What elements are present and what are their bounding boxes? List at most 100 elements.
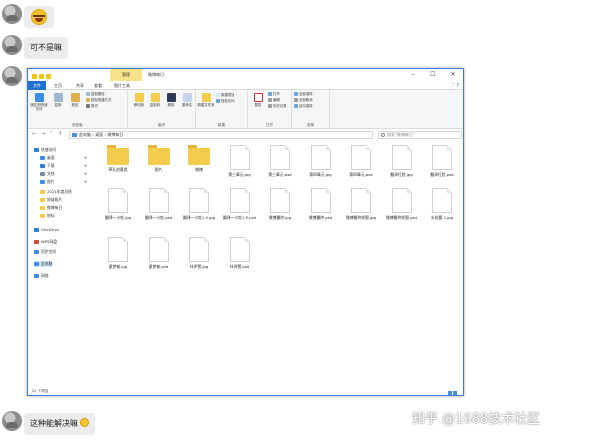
- manage-context-tab[interactable]: 管理: [110, 69, 142, 81]
- smile-emoji-icon: [80, 418, 89, 427]
- sidebar-item[interactable]: 桌面 ✱: [40, 155, 87, 161]
- network-icon: [34, 274, 39, 278]
- folder-icon: [188, 145, 210, 165]
- pin-quick-access-button[interactable]: 固定到快速访问: [30, 93, 48, 111]
- tab-view[interactable]: 查看: [90, 81, 106, 90]
- breadcrumb-computer[interactable]: 此电脑: [79, 132, 91, 137]
- file-item[interactable]: 第三章元.jpg: [220, 145, 260, 177]
- sidebar-item-label: 同步空间: [41, 249, 57, 254]
- file-item[interactable]: 半份题-1.jpg: [422, 188, 462, 220]
- invert-selection-button[interactable]: 反向选择: [294, 104, 313, 109]
- quick-access-toolbar[interactable]: [32, 72, 64, 79]
- folder-icon: [40, 190, 45, 194]
- easy-access-button[interactable]: 轻松访问: [216, 99, 235, 104]
- sidebar-item[interactable]: 快速访问: [34, 147, 56, 153]
- sidebar-item[interactable]: 文档 ✱: [40, 171, 87, 177]
- file-icon: [432, 145, 452, 170]
- file-item[interactable]: 咔评赞.jpg: [179, 237, 219, 269]
- sidebar-item[interactable]: 下载 ✱: [40, 163, 87, 169]
- close-icon[interactable]: ✕: [443, 69, 463, 81]
- file-name: 翻译一小吃.jpg: [104, 215, 132, 220]
- rename-button[interactable]: 重命名: [178, 93, 196, 107]
- cut-button[interactable]: 剪切: [86, 104, 98, 109]
- rename-icon: [182, 93, 192, 102]
- folder-item[interactable]: 微博: [179, 145, 219, 172]
- sidebar-item[interactable]: 网络: [34, 273, 49, 279]
- forward-arrow-icon[interactable]: →: [41, 131, 45, 137]
- tab-file[interactable]: 文件: [28, 81, 46, 90]
- folder-item[interactable]: 图片: [139, 145, 179, 172]
- ribbon-tabs: 文件 主页 共享 查看 图片工具 ˅ ?: [28, 81, 463, 90]
- up-arrow-icon[interactable]: ↑: [58, 131, 62, 137]
- sidebar-item[interactable]: 此电脑: [34, 261, 53, 267]
- file-item[interactable]: 翻译打脸.jpg: [382, 145, 422, 177]
- status-bar: 22 个项目: [28, 386, 463, 395]
- view-toggle-icon[interactable]: [447, 389, 459, 395]
- file-item[interactable]: 微博最终样图.jpg: [341, 188, 381, 220]
- file-item[interactable]: 翻译一小吃.jpg: [98, 188, 138, 220]
- file-item[interactable]: 翻译一小吃1.5.psd: [220, 188, 260, 220]
- sidebar-item[interactable]: 2021年度总结: [40, 189, 72, 195]
- sidebar-item[interactable]: WPS网盘: [34, 239, 57, 245]
- file-item[interactable]: 第三章元.psd: [260, 145, 300, 177]
- sidebar-item[interactable]: 微博每日: [40, 205, 62, 211]
- file-item[interactable]: 微博最终.jpg: [260, 188, 300, 220]
- minimize-icon[interactable]: –: [403, 69, 423, 81]
- file-item[interactable]: 翻译一小吃1.5.jpg: [179, 188, 219, 220]
- history-button[interactable]: 历史记录: [268, 104, 287, 109]
- sidebar-item[interactable]: OneDrive: [34, 227, 59, 233]
- select-none-button[interactable]: 全部取消: [294, 98, 313, 103]
- file-item[interactable]: 翻译一小吃.psd: [139, 188, 179, 220]
- address-bar-row: ← → ˅ ↑ 此电脑 › 桌面 › 微博每日 搜索"微博每日": [28, 129, 463, 141]
- new-folder-button[interactable]: 新建文件夹: [197, 93, 215, 107]
- copy-path-button[interactable]: 复制路径: [86, 92, 105, 97]
- tab-picture-tools[interactable]: 图片工具: [110, 81, 134, 90]
- file-name: 翻译打脸.jpg: [390, 172, 413, 177]
- folder-icon: [40, 206, 45, 210]
- sidebar-item[interactable]: 图片 ✱: [40, 179, 87, 185]
- sidebar-item-label: 图片: [47, 179, 55, 184]
- new-item-button[interactable]: 新建项目: [216, 93, 235, 98]
- pin-icon: ✱: [84, 164, 88, 168]
- paste-shortcut-button[interactable]: 粘贴快捷方式: [86, 98, 111, 103]
- pin-icon: ✱: [84, 156, 88, 160]
- paste-button[interactable]: 粘贴: [66, 93, 84, 107]
- edit-icon: [268, 98, 272, 102]
- properties-button[interactable]: 属性: [249, 93, 267, 107]
- tab-share[interactable]: 共享: [72, 81, 88, 90]
- file-item[interactable]: 星梦者.psd: [139, 237, 179, 269]
- tab-home[interactable]: 主页: [50, 81, 66, 90]
- folder-item[interactable]: 草孔创意类: [98, 145, 138, 172]
- search-input[interactable]: 搜索"微博每日": [378, 131, 462, 139]
- file-item[interactable]: 星梦者.jpg: [98, 237, 138, 269]
- file-name: 半份题-1.jpg: [430, 215, 454, 220]
- edit-button[interactable]: 编辑: [268, 98, 280, 103]
- file-item[interactable]: 第四章元.jpg: [301, 145, 341, 177]
- file-item[interactable]: 微博最终样图.psd: [382, 188, 422, 220]
- file-item[interactable]: 咔评赞.psd: [220, 237, 260, 269]
- maximize-icon[interactable]: ☐: [423, 69, 443, 81]
- sidebar-item[interactable]: 同步空间: [34, 249, 56, 255]
- sidebar-item[interactable]: 地标: [40, 213, 55, 219]
- file-explorer-window: 管理 微博每日 – ☐ ✕ 文件 主页 共享 查看 图片工具 ˅ ? 固定到快速…: [27, 68, 464, 396]
- file-item[interactable]: 第四章元.psd: [341, 145, 381, 177]
- file-icon: [270, 145, 290, 170]
- file-item[interactable]: 微博最终.psd: [301, 188, 341, 220]
- file-item[interactable]: 翻译打脸.psd: [422, 145, 462, 177]
- file-icon: [229, 237, 250, 262]
- computer-icon: [34, 262, 39, 266]
- breadcrumb-current-folder[interactable]: 微博每日: [107, 132, 123, 137]
- address-input[interactable]: 此电脑 › 桌面 › 微博每日: [69, 131, 373, 139]
- select-all-button[interactable]: 全部选择: [294, 92, 313, 97]
- back-arrow-icon[interactable]: ←: [32, 131, 36, 137]
- chevron-down-icon[interactable]: ˅: [50, 131, 53, 137]
- search-placeholder: 搜索"微博每日": [387, 132, 415, 137]
- folder-icon: [40, 214, 45, 218]
- breadcrumb-desktop[interactable]: 桌面: [95, 132, 103, 137]
- file-name: 图片: [154, 167, 163, 172]
- sidebar-item[interactable]: 地球照片: [40, 197, 62, 203]
- open-button[interactable]: 打开: [268, 92, 280, 97]
- file-name: 第四章元.psd: [349, 172, 373, 177]
- copy-button[interactable]: 复制: [49, 93, 67, 107]
- sidebar-item-label: 桌面: [47, 155, 55, 160]
